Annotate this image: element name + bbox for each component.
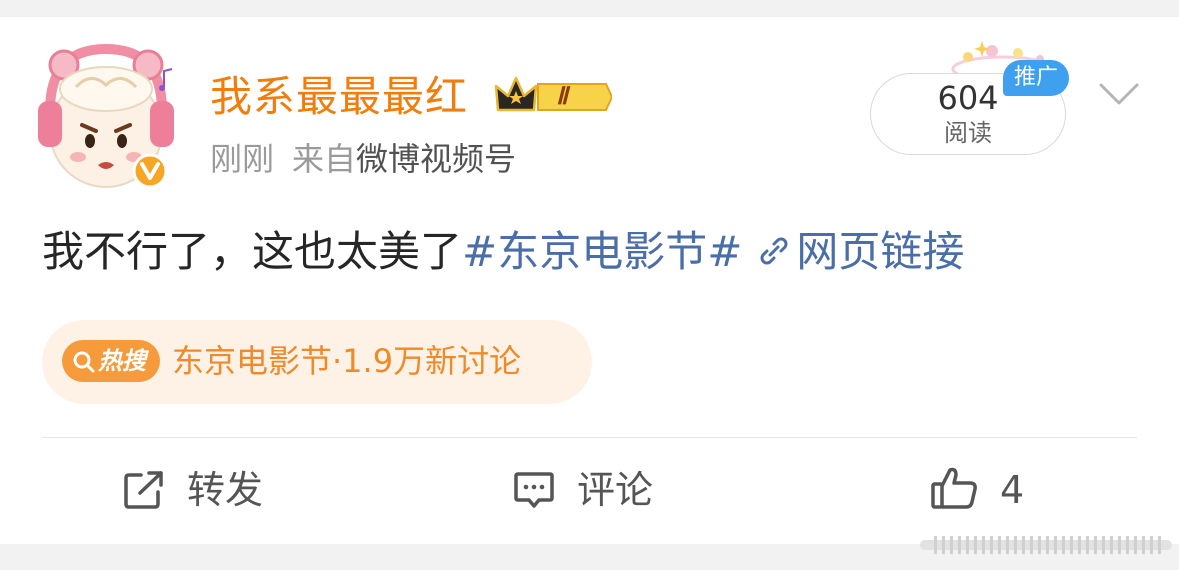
weibo-post-card: 我系最最最红 Ⅱ 刚刚 来自微博视频号 604 阅读 推广 我不行了，这也太美了#… [0,17,1179,544]
like-button[interactable]: 4 [930,462,1040,518]
comment-bubble-icon [514,472,554,508]
promo-tag[interactable]: 推广 [1003,60,1069,96]
divider [42,437,1137,438]
repost-label: 转发 [187,468,264,512]
chevron-down-icon[interactable] [1098,81,1140,107]
like-count: 4 [1000,468,1025,512]
thumbs-up-icon [931,467,977,509]
share-arrow-icon [124,471,163,509]
post-time: 刚刚 [210,140,275,178]
hot-search-pill[interactable]: 热搜 东京电影节·1.9万新讨论 [42,320,592,404]
post-source[interactable]: 微博视频号 [356,140,516,178]
comment-label: 评论 [577,468,654,512]
comment-button[interactable]: 评论 [513,462,673,518]
post-meta: 刚刚 来自微博视频号 [210,137,516,181]
hot-search-badge-text: 热搜 [98,347,146,375]
post-text: 我不行了，这也太美了 [42,227,463,276]
hot-search-badge: 热搜 [62,340,160,382]
user-avatar[interactable] [36,41,176,189]
read-count-label: 阅读 [944,119,992,147]
link-icon [760,237,788,265]
repost-button[interactable]: 转发 [123,462,283,518]
web-link-label: 网页链接 [796,227,965,276]
hot-search-text: 东京电影节·1.9万新讨论 [172,342,522,380]
horizontal-scrollbar[interactable] [920,534,1172,556]
web-link[interactable]: 网页链接 [756,227,964,276]
post-content: 我不行了，这也太美了#东京电影节# 网页链接 [42,223,964,281]
source-prefix: 来自 [292,140,357,178]
username[interactable]: 我系最最最红 [210,69,468,125]
topic-link[interactable]: #东京电影节# [462,227,742,276]
member-badge[interactable]: Ⅱ [494,74,614,120]
member-level-text: Ⅱ [556,84,568,110]
verified-v-icon [132,153,168,189]
search-icon [73,351,95,373]
